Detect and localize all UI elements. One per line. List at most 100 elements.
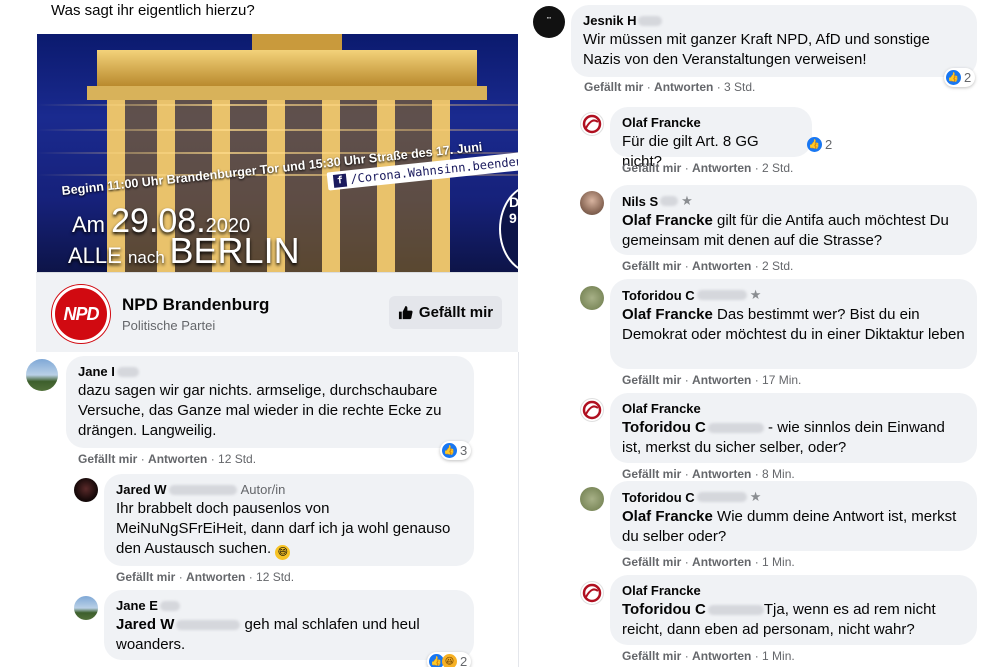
- reply-link[interactable]: Antworten: [692, 373, 751, 387]
- comment-author[interactable]: Jared W Autor/in: [116, 482, 462, 497]
- comment-bubble: Jared W Autor/in Ihr brabbelt doch pausen…: [104, 474, 474, 566]
- page-attribution: NPD NPD Brandenburg Politische Partei Ge…: [36, 272, 518, 352]
- redacted-name: [159, 600, 180, 611]
- like-page-button[interactable]: Gefällt mir: [389, 296, 502, 329]
- reply-link[interactable]: Antworten: [692, 259, 751, 273]
- thumbs-up-icon: [398, 305, 413, 320]
- comment-bubble: Olaf Francke Toforidou C Tja, wenn es ad …: [610, 575, 977, 645]
- comment-author[interactable]: Toforidou C ★: [622, 489, 965, 505]
- avatar[interactable]: [580, 112, 604, 136]
- comment-text: Jared W geh mal schlafen und heul woande…: [116, 616, 420, 653]
- mention-link[interactable]: Jared W: [116, 616, 241, 633]
- haha-reaction-icon: 😆: [442, 654, 457, 667]
- comment-bubble: Toforidou C ★ Olaf Francke Wie dumm deine…: [610, 481, 977, 551]
- like-link[interactable]: Gefällt mir: [116, 570, 175, 584]
- red-emblem-icon: [582, 583, 602, 603]
- page-name[interactable]: NPD Brandenburg: [122, 295, 269, 315]
- reply-link[interactable]: Antworten: [692, 555, 751, 569]
- comment-time[interactable]: 2 Std.: [762, 259, 793, 273]
- like-link[interactable]: Gefällt mir: [622, 555, 681, 569]
- avatar[interactable]: [26, 359, 58, 391]
- avatar[interactable]: [580, 487, 604, 511]
- comment-actions: Gefällt mir · Antworten · 8 Min.: [622, 467, 795, 481]
- mention-link[interactable]: Olaf Francke: [622, 212, 713, 229]
- mention-link[interactable]: Olaf Francke: [622, 508, 713, 525]
- avatar[interactable]: [580, 581, 604, 605]
- mention-link[interactable]: Toforidou C: [622, 419, 764, 436]
- like-reaction-icon: 👍: [442, 443, 457, 458]
- reply-link[interactable]: Antworten: [692, 649, 751, 663]
- page-category: Politische Partei: [122, 318, 216, 333]
- comment-time[interactable]: 1 Min.: [762, 555, 795, 569]
- page-logo[interactable]: NPD: [52, 285, 110, 343]
- comment-author[interactable]: Toforidou C ★: [622, 287, 965, 303]
- reply-link[interactable]: Antworten: [692, 161, 751, 175]
- avatar[interactable]: [580, 398, 604, 422]
- comment-text: Olaf Francke Wie dumm deine Antwort ist,…: [622, 508, 957, 545]
- comment-time[interactable]: 12 Std.: [218, 452, 256, 466]
- avatar[interactable]: [74, 478, 98, 502]
- like-link[interactable]: Gefällt mir: [622, 259, 681, 273]
- comment-text: dazu sagen wir gar nichts. armselige, du…: [78, 382, 442, 439]
- like-link[interactable]: Gefällt mir: [622, 467, 681, 481]
- like-link[interactable]: Gefällt mir: [622, 373, 681, 387]
- divider: [518, 352, 519, 667]
- comment-author[interactable]: Nils S ★: [622, 193, 965, 209]
- comment-text: Olaf Francke Das bestimmt wer? Bist du e…: [622, 306, 965, 343]
- top-fan-star-icon: ★: [749, 287, 762, 302]
- redacted-name: [168, 484, 237, 495]
- mention-link[interactable]: Toforidou C: [622, 601, 764, 618]
- comment-actions: Gefällt mir · Antworten · 1 Min.: [622, 649, 795, 663]
- comment-text: Wir müssen mit ganzer Kraft NPD, AfD und…: [583, 31, 930, 68]
- like-link[interactable]: Gefällt mir: [78, 452, 137, 466]
- red-emblem-icon: [582, 400, 602, 420]
- comment-time[interactable]: 3 Std.: [724, 80, 755, 94]
- reaction-count[interactable]: 👍 2: [944, 68, 976, 87]
- comment-time[interactable]: 8 Min.: [762, 467, 795, 481]
- comment-time[interactable]: 17 Min.: [762, 373, 801, 387]
- like-reaction-icon: 👍: [807, 137, 822, 152]
- mention-link[interactable]: Olaf Francke: [622, 306, 713, 323]
- comment-actions: Gefällt mir · Antworten · 2 Std.: [622, 161, 794, 175]
- facebook-icon: f: [332, 173, 348, 188]
- comment-author[interactable]: Olaf Francke: [622, 115, 800, 130]
- comment-author[interactable]: Jane I: [78, 364, 462, 379]
- event-banner-image[interactable]: f /Corona.Wahnsinn.beenden Beginn 11:00 …: [37, 34, 518, 272]
- redacted-name: [660, 196, 679, 206]
- avatar[interactable]: [74, 596, 98, 620]
- comment-time[interactable]: 12 Std.: [256, 570, 294, 584]
- reaction-count[interactable]: 👍 3: [440, 441, 472, 460]
- reaction-count[interactable]: 👍 😆 2: [427, 652, 472, 667]
- like-link[interactable]: Gefällt mir: [584, 80, 643, 94]
- reply-link[interactable]: Antworten: [148, 452, 207, 466]
- reply-link[interactable]: Antworten: [692, 467, 751, 481]
- comment-time[interactable]: 1 Min.: [762, 649, 795, 663]
- comment-author[interactable]: Olaf Francke: [622, 401, 965, 416]
- like-link[interactable]: Gefällt mir: [622, 649, 681, 663]
- comment-bubble: Jane I dazu sagen wir gar nichts. armsel…: [66, 356, 474, 448]
- reply-link[interactable]: Antworten: [654, 80, 713, 94]
- comment-actions: Gefällt mir · Antworten · 12 Std.: [78, 452, 257, 466]
- comment-actions: Gefällt mir · Antworten · 12 Std.: [116, 570, 295, 584]
- like-link[interactable]: Gefällt mir: [622, 161, 681, 175]
- avatar[interactable]: [580, 286, 604, 310]
- comment-author[interactable]: Olaf Francke: [622, 583, 965, 598]
- light-streak: [37, 104, 518, 106]
- reply-link[interactable]: Antworten: [186, 570, 245, 584]
- comment-text: Toforidou C Tja, wenn es ad rem nicht rei…: [622, 601, 936, 638]
- redacted-name: [696, 290, 747, 300]
- reaction-count[interactable]: 👍 2: [805, 135, 836, 154]
- redacted-name: [696, 492, 747, 502]
- top-fan-star-icon: ★: [749, 489, 762, 504]
- banner-circle-badge: D 9: [499, 184, 518, 272]
- redacted-name: [116, 366, 139, 377]
- comment-author[interactable]: Jesnik H: [583, 13, 965, 28]
- top-fan-star-icon: ★: [681, 193, 693, 208]
- redacted-name: [707, 605, 764, 616]
- comment-author[interactable]: Jane E: [116, 598, 462, 613]
- laughing-emoji: 😄: [275, 545, 291, 560]
- red-emblem-icon: [582, 114, 602, 134]
- avatar[interactable]: [580, 191, 604, 215]
- comment-time[interactable]: 2 Std.: [762, 161, 793, 175]
- avatar[interactable]: ▪▪▪: [533, 6, 565, 38]
